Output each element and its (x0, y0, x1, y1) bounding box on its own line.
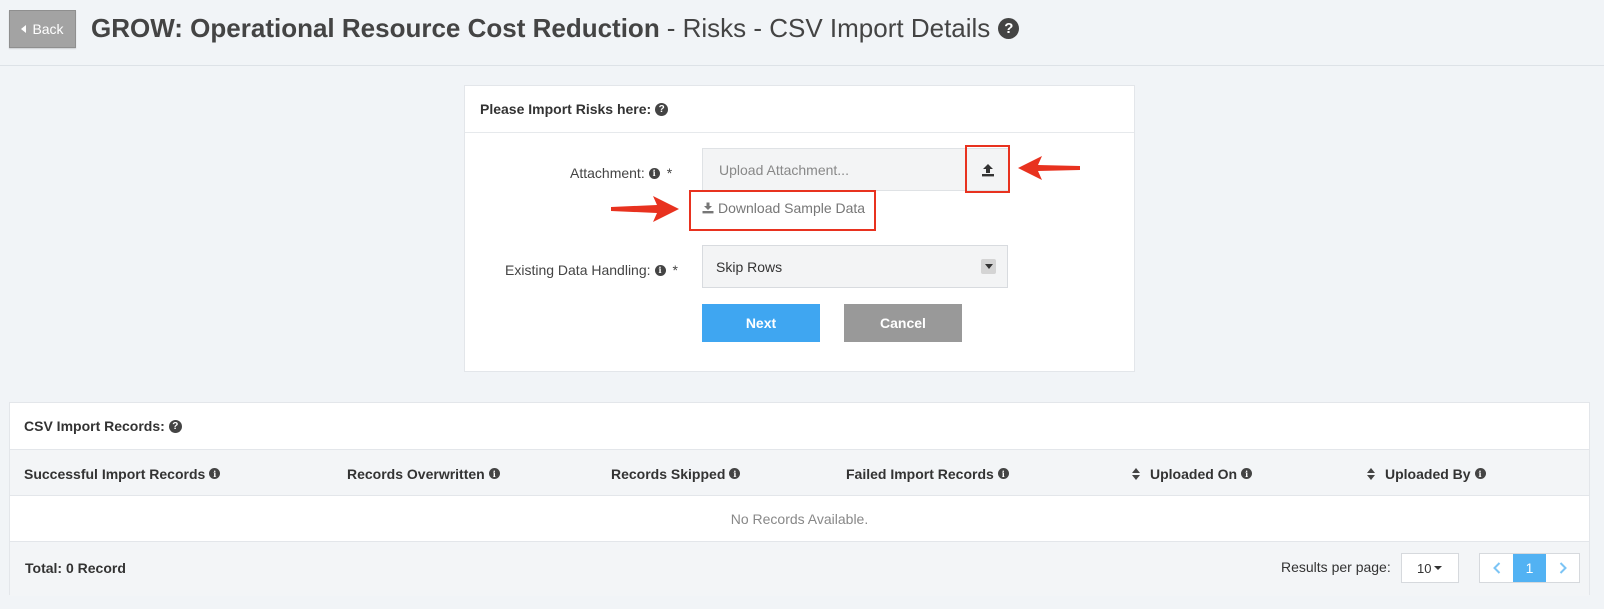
column-header: Records Skipped i (611, 450, 741, 497)
question-circle-icon[interactable]: ? (998, 17, 1020, 39)
import-panel-title: Please Import Risks here: (480, 101, 652, 117)
table-footer: Total: 0 Record Results per page: 10 1 (10, 541, 1589, 596)
caret-down-icon (1434, 566, 1443, 570)
caret-left-icon (21, 25, 27, 33)
table-header: Successful Import Records i Records Over… (10, 449, 1589, 496)
records-title: CSV Import Records: (24, 418, 165, 434)
download-sample-data-label: Download Sample Data (718, 200, 866, 216)
question-circle-icon[interactable]: ? (168, 419, 182, 433)
column-header-label: Uploaded By (1385, 465, 1471, 482)
required-marker: * (672, 262, 678, 278)
empty-table-message: No Records Available. (730, 510, 869, 527)
next-page-button[interactable] (1546, 554, 1579, 582)
question-circle-icon[interactable]: ? (655, 102, 669, 116)
annotation-arrow-right-icon (611, 196, 679, 222)
cancel-button-label: Cancel (880, 315, 926, 331)
column-header: Failed Import Records i (846, 450, 1009, 497)
column-header-label: Uploaded On (1150, 465, 1238, 482)
info-icon[interactable]: i (997, 468, 1009, 479)
cancel-button[interactable]: Cancel (844, 304, 962, 342)
column-header-label: Records Overwritten (347, 465, 485, 482)
upload-attachment-input[interactable]: Upload Attachment... (702, 148, 966, 191)
existing-data-select[interactable]: Skip Rows (702, 245, 1008, 288)
chevron-left-icon (1492, 562, 1500, 574)
info-icon[interactable]: i (209, 468, 221, 479)
previous-page-button[interactable] (1480, 554, 1513, 582)
next-button-label: Next (745, 315, 777, 331)
column-header-label: Records Skipped (611, 465, 726, 482)
records-heading: CSV Import Records: ? (10, 403, 1589, 449)
column-header-sortable[interactable]: Uploaded By i (1367, 450, 1486, 497)
attachment-label: Attachment: (570, 165, 645, 181)
page-subtitle: - Risks - CSV Import Details (666, 12, 991, 43)
info-icon[interactable]: i (729, 468, 741, 479)
chevron-right-icon (1559, 562, 1567, 574)
upload-highlight-box (965, 145, 1010, 193)
project-name: GROW: Operational Resource Cost Reductio… (91, 12, 660, 43)
existing-data-label: Existing Data Handling: (505, 262, 651, 278)
existing-data-value: Skip Rows (716, 258, 783, 275)
page-title: GROW: Operational Resource Cost Reductio… (91, 10, 1020, 46)
results-per-page-value: 10 (1417, 560, 1432, 576)
page-button-current[interactable]: 1 (1513, 554, 1546, 582)
sort-icon[interactable] (1367, 467, 1375, 480)
info-icon[interactable]: i (654, 264, 666, 276)
back-button-label: Back (32, 21, 64, 37)
csv-import-records-panel: CSV Import Records: ? Successful Import … (9, 402, 1590, 596)
required-marker: * (666, 165, 673, 181)
results-per-page-select[interactable]: 10 (1401, 553, 1459, 583)
column-header: Successful Import Records i (24, 450, 221, 497)
back-button[interactable]: Back (9, 10, 76, 48)
column-header-label: Successful Import Records (24, 465, 206, 482)
sort-icon[interactable] (1132, 467, 1140, 480)
attachment-label-row: Attachment: i * (570, 165, 672, 181)
info-icon[interactable]: i (1241, 468, 1253, 479)
column-header: Records Overwritten i (347, 450, 500, 497)
results-per-page-label: Results per page: (1281, 559, 1391, 575)
info-icon[interactable]: i (648, 167, 660, 179)
import-panel-heading: Please Import Risks here: ? (465, 86, 1134, 133)
dropdown-arrow-icon (981, 259, 996, 274)
info-icon[interactable]: i (1474, 468, 1486, 479)
column-header-label: Failed Import Records (846, 465, 994, 482)
pagination: 1 (1479, 553, 1580, 583)
next-button[interactable]: Next (702, 304, 820, 342)
total-count: Total: 0 Record (25, 560, 126, 576)
column-header-sortable[interactable]: Uploaded On i (1132, 450, 1253, 497)
existing-data-label-row: Existing Data Handling: i * (505, 262, 678, 278)
page-header: Back GROW: Operational Resource Cost Red… (0, 0, 1604, 66)
annotation-arrow-left-icon (1018, 156, 1080, 180)
info-icon[interactable]: i (488, 468, 500, 479)
upload-placeholder: Upload Attachment... (719, 161, 849, 178)
download-icon (702, 202, 714, 214)
download-sample-data-link[interactable]: Download Sample Data (702, 200, 865, 216)
